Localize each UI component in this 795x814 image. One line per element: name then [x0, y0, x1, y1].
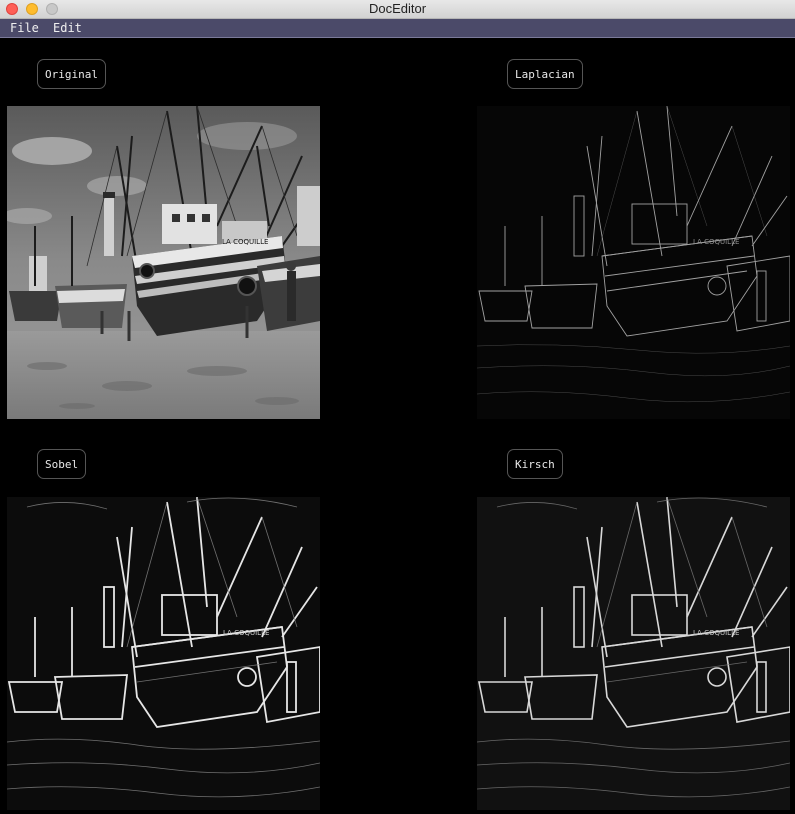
original-image: LA COQUILLE: [7, 106, 320, 419]
svg-text:LA COQUILLE: LA COQUILLE: [693, 629, 739, 637]
title-bar: DocEditor: [0, 0, 795, 19]
kirsch-image: LA COQUILLE: [477, 497, 790, 810]
app-window: DocEditor File Edit Original LA COQUILLE…: [0, 0, 795, 814]
label-laplacian: Laplacian: [507, 59, 583, 89]
laplacian-image: LA COQUILLE: [477, 106, 790, 419]
label-sobel: Sobel: [37, 449, 87, 479]
label-kirsch: Kirsch: [507, 449, 563, 479]
menu-edit[interactable]: Edit: [53, 21, 82, 35]
svg-text:LA COQUILLE: LA COQUILLE: [223, 629, 269, 637]
sobel-image: LA COQUILLE: [7, 497, 320, 810]
svg-text:LA COQUILLE: LA COQUILLE: [693, 238, 739, 246]
label-original: Original: [37, 59, 106, 89]
window-title: DocEditor: [368, 1, 427, 16]
menu-bar: File Edit: [0, 19, 795, 38]
menu-file[interactable]: File: [10, 21, 39, 35]
svg-text:LA COQUILLE: LA COQUILLE: [222, 238, 268, 246]
